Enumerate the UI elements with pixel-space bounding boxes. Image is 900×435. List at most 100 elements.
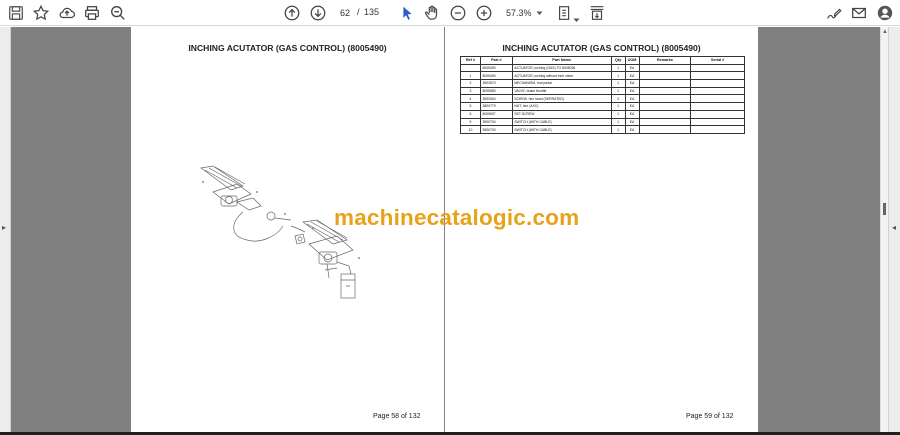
table-cell: EA	[624, 86, 640, 96]
table-cell: EA	[624, 63, 640, 73]
table-cell	[638, 109, 692, 119]
table-header-row: Ref # Part # Part Name Qty UOM Remarks S…	[460, 56, 745, 65]
table-cell: 1	[610, 109, 626, 119]
table-row: 9 3900704 SWITCH (WITH CABLE) 1 EA	[460, 117, 745, 127]
collapse-right-panel-icon[interactable]: ◂	[892, 223, 896, 232]
mail-icon[interactable]	[849, 3, 869, 23]
table-cell: 3800779	[479, 102, 513, 111]
zoom-out-icon[interactable]	[448, 3, 468, 23]
fit-page-icon[interactable]	[555, 3, 575, 23]
table-cell	[638, 94, 692, 104]
save-icon[interactable]	[6, 3, 26, 23]
right-panel-strip: ◂	[888, 27, 900, 432]
table-cell: 8005580	[479, 86, 513, 96]
fit-chevron-icon[interactable]	[573, 10, 580, 28]
table-cell: 1	[610, 63, 626, 73]
table-row: 3 8005580 VALVE, brake throttle 1 EA	[460, 86, 745, 96]
table-cell	[690, 102, 745, 111]
select-cursor-icon[interactable]	[397, 3, 417, 23]
sign-icon[interactable]	[824, 3, 844, 23]
page-down-icon[interactable]	[308, 3, 328, 23]
table-cell: 3902504	[479, 94, 513, 104]
table-cell: 4	[460, 94, 481, 104]
page-up-icon[interactable]	[282, 3, 302, 23]
table-cell	[690, 86, 745, 96]
expand-left-panel-icon[interactable]: ▸	[2, 223, 6, 232]
page-number-input[interactable]	[334, 4, 356, 22]
table-cell: SET-SCREW	[511, 109, 612, 119]
table-cell: 8005507	[479, 109, 513, 119]
table-row: 8005490 ACTUATOR, inching (GAS) TO 800503…	[460, 63, 745, 73]
print-icon[interactable]	[82, 3, 102, 23]
hand-icon[interactable]	[422, 3, 442, 23]
table-cell: EA	[624, 71, 640, 81]
table-row: 1 8005494 ACTUATOR, inching without inch v…	[460, 71, 745, 81]
page-title: INCHING ACUTATOR (GAS CONTROL) (8005490)	[188, 43, 387, 53]
table-cell	[638, 71, 692, 81]
column-header: UOM	[624, 56, 640, 65]
table-cell	[638, 117, 692, 127]
table-cell: EA	[624, 117, 640, 127]
zoom-value: 57.3%	[506, 8, 532, 18]
star-icon[interactable]	[31, 3, 51, 23]
account-icon[interactable]	[875, 3, 895, 23]
left-panel-strip: ▸	[0, 27, 11, 432]
table-cell: 5	[460, 102, 481, 111]
table-cell: EA	[624, 109, 640, 119]
table-cell	[690, 63, 745, 73]
table-cell: SWITCH (WITH CABLE)	[511, 125, 612, 134]
table-cell	[690, 79, 745, 88]
table-cell: 1	[460, 71, 481, 81]
table-cell: 2	[460, 79, 481, 88]
scroll-mode-icon[interactable]	[587, 3, 607, 23]
vertical-scrollbar[interactable]: ▲	[880, 27, 888, 432]
table-cell: VALVE, brake throttle	[511, 86, 612, 96]
column-header: Part #	[479, 56, 513, 65]
column-header: Ref #	[460, 56, 481, 65]
column-header: Part Name	[511, 56, 612, 65]
table-cell: 1	[610, 71, 626, 81]
table-cell: NUT, hex (AXC)	[511, 102, 612, 111]
table-cell	[638, 125, 692, 134]
page-separator: /	[357, 7, 360, 17]
table-cell: 8005494	[479, 71, 513, 81]
table-row: 5 3800779 NUT, hex (AXC) 1 EA	[460, 102, 745, 111]
toolbar: / 135 57.3%	[0, 0, 900, 26]
search-zoom-icon[interactable]	[108, 3, 128, 23]
table-cell	[638, 63, 692, 73]
column-header: Qty	[610, 56, 626, 65]
table-cell	[690, 109, 745, 119]
table-row: 6 8005507 SET-SCREW 1 EA	[460, 109, 745, 119]
page-title: INCHING ACUTATOR (GAS CONTROL) (8005490)	[502, 43, 701, 53]
table-cell	[690, 117, 745, 127]
watermark: machinecatalogic.com	[334, 205, 580, 230]
table-cell: EA	[624, 125, 640, 134]
upload-icon[interactable]	[57, 3, 77, 23]
table-cell: 1	[610, 79, 626, 88]
table-cell: ACTUATOR, inching without inch valve	[511, 71, 612, 81]
scrollbar-thumb[interactable]	[883, 203, 886, 215]
page-footer: Page 58 of 132	[373, 413, 421, 420]
column-header: Serial #	[690, 56, 745, 65]
table-cell: EA	[624, 102, 640, 111]
table-row: 2 3902870 MECHANISM, foot pedal 1 EA	[460, 79, 745, 88]
table-cell	[638, 86, 692, 96]
actuator-diagram	[200, 165, 360, 299]
table-cell: 1	[610, 117, 626, 127]
table-cell	[638, 79, 692, 88]
zoom-select[interactable]: 57.3%	[500, 4, 548, 22]
table-cell: 1	[610, 102, 626, 111]
table-cell	[690, 94, 745, 104]
zoom-in-icon[interactable]	[474, 3, 494, 23]
table-cell: 9	[460, 117, 481, 127]
table-cell: MECHANISM, foot pedal	[511, 79, 612, 88]
table-cell: 10	[460, 125, 481, 134]
table-cell: 1	[610, 86, 626, 96]
table-cell: 3902870	[479, 79, 513, 88]
table-cell: SWITCH (WITH CABLE)	[511, 117, 612, 127]
table-cell: 3	[610, 94, 626, 104]
table-cell	[638, 102, 692, 111]
table-cell: ACTUATOR, inching (GAS) TO 8005036	[511, 63, 612, 73]
table-cell: 8005490	[479, 63, 513, 73]
table-cell	[690, 71, 745, 81]
